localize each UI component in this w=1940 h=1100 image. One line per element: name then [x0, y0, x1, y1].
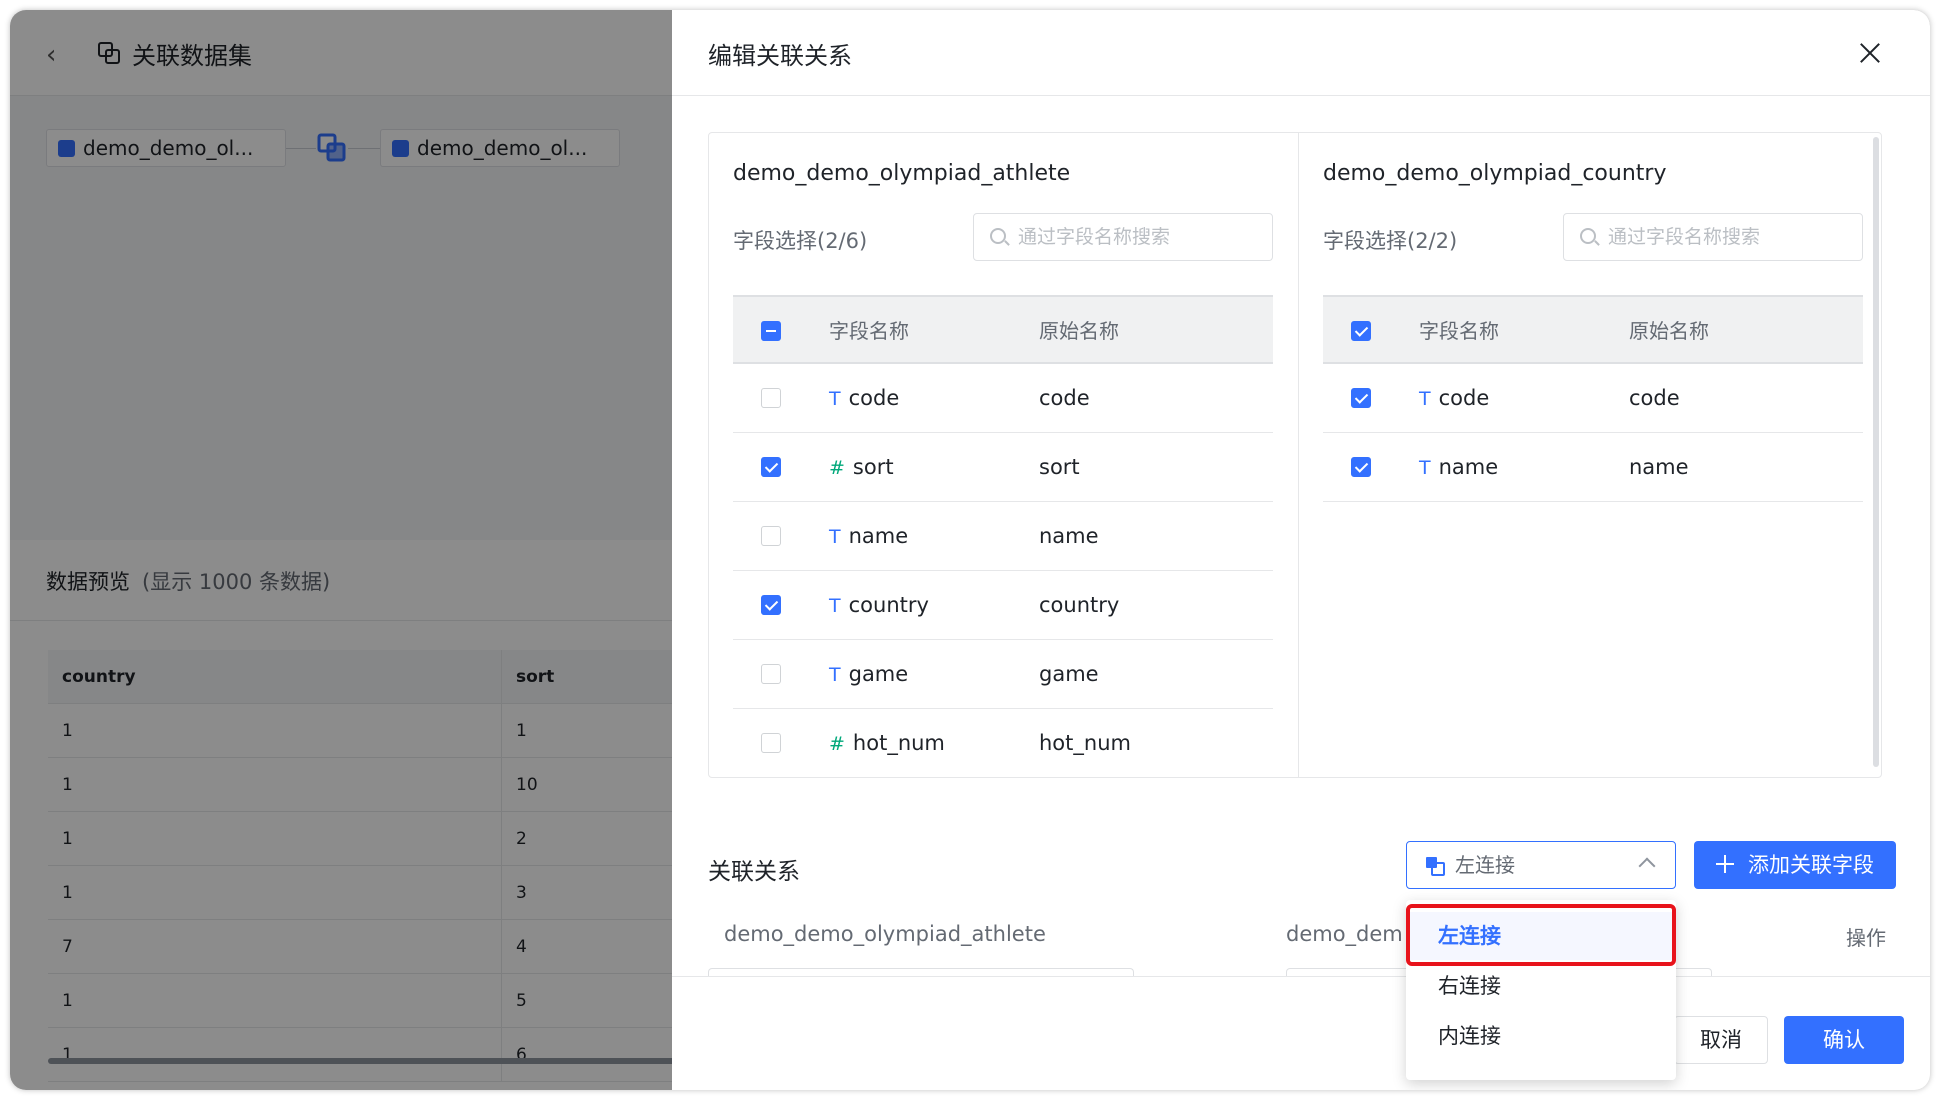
right-field-selection-count: 字段选择(2/2): [1323, 229, 1458, 253]
select-all-checkbox[interactable]: [761, 321, 781, 341]
join-type-select[interactable]: 左连接: [1406, 841, 1676, 889]
field-name-cell: # sort: [829, 433, 894, 503]
relation-left-column-header: demo_demo_olympiad_athlete: [724, 922, 1046, 946]
text-type-icon: T: [829, 595, 841, 617]
right-dataset-pane: demo_demo_olympiad_country 字段选择(2/2) 通过字…: [1323, 133, 1863, 777]
field-row[interactable]: # sort sort: [733, 433, 1273, 502]
dropdown-option-inner-join[interactable]: 内连接: [1406, 1012, 1676, 1060]
left-join-icon: [1426, 857, 1445, 876]
drawer-title: 编辑关联关系: [708, 42, 852, 70]
field-checkbox[interactable]: [761, 595, 781, 615]
field-row[interactable]: Tgame game: [733, 640, 1273, 709]
original-name: game: [1039, 662, 1099, 686]
left-table-header: 字段名称 原始名称: [733, 295, 1273, 364]
right-table-header: 字段名称 原始名称: [1323, 295, 1863, 364]
field-row[interactable]: Tcountry country: [733, 571, 1273, 640]
app-window: ‹ 关联数据集 demo_demo_ol... demo_demo_ol... …: [10, 10, 1930, 1090]
field-row[interactable]: Tname name: [1323, 433, 1863, 502]
original-name: name: [1039, 524, 1099, 548]
left-search-input[interactable]: 通过字段名称搜索: [973, 213, 1273, 261]
field-name-cell: Tgame: [829, 640, 908, 710]
field-row[interactable]: Tname name: [733, 502, 1273, 571]
field-name: game: [848, 662, 909, 686]
relation-title: 关联关系: [708, 859, 800, 885]
relation-operation-header: 操作: [1846, 926, 1886, 950]
text-type-icon: T: [1419, 457, 1431, 479]
number-type-icon: #: [829, 457, 845, 479]
add-button-label: 添加关联字段: [1748, 853, 1874, 877]
field-checkbox[interactable]: [1351, 388, 1371, 408]
left-dataset-title: demo_demo_olympiad_athlete: [733, 161, 1071, 186]
right-search-input[interactable]: 通过字段名称搜索: [1563, 213, 1863, 261]
chevron-up-icon: [1638, 857, 1656, 875]
search-placeholder: 通过字段名称搜索: [1608, 226, 1761, 248]
field-name-cell: Tname: [1419, 433, 1498, 503]
field-name-header: 字段名称: [1419, 319, 1499, 343]
field-name: sort: [852, 455, 894, 479]
text-type-icon: T: [1419, 388, 1431, 410]
relation-right-column-header: demo_dem: [1286, 922, 1403, 946]
field-name-header: 字段名称: [829, 319, 909, 343]
left-field-table: 字段名称 原始名称 Tcode code # sort sort Tname name Tcoun…: [733, 295, 1273, 778]
original-name: code: [1629, 386, 1680, 410]
original-name-header: 原始名称: [1629, 319, 1709, 343]
field-checkbox[interactable]: [761, 733, 781, 753]
text-type-icon: T: [829, 526, 841, 548]
text-type-icon: T: [829, 388, 841, 410]
field-name-cell: # hot_num: [829, 709, 945, 779]
original-name: sort: [1039, 455, 1080, 479]
field-checkbox[interactable]: [761, 664, 781, 684]
vertical-scrollbar[interactable]: [1873, 137, 1879, 767]
field-name: country: [848, 593, 929, 617]
field-checkbox[interactable]: [761, 457, 781, 477]
text-type-icon: T: [829, 664, 841, 686]
field-row[interactable]: Tcode code: [733, 364, 1273, 433]
search-icon: [1580, 228, 1596, 244]
field-name-cell: Tcode: [1419, 364, 1489, 434]
join-type-value: 左连接: [1455, 853, 1515, 877]
edit-relation-drawer: 编辑关联关系 demo_demo_olympiad_athlete 字段选择(2…: [672, 10, 1930, 1090]
original-name: code: [1039, 386, 1090, 410]
field-name: name: [848, 524, 909, 548]
field-row[interactable]: # hot_num hot_num: [733, 709, 1273, 778]
dropdown-option-right-join[interactable]: 右连接: [1406, 962, 1676, 1010]
original-name: name: [1629, 455, 1689, 479]
cancel-button[interactable]: 取消: [1674, 1016, 1768, 1064]
original-name: hot_num: [1039, 731, 1131, 755]
search-icon: [990, 228, 1006, 244]
highlight-box: [1406, 904, 1676, 966]
close-icon[interactable]: [1856, 40, 1884, 68]
confirm-button[interactable]: 确认: [1784, 1016, 1904, 1064]
drawer-header: 编辑关联关系: [672, 10, 1930, 96]
right-dataset-title: demo_demo_olympiad_country: [1323, 161, 1667, 186]
search-placeholder: 通过字段名称搜索: [1018, 226, 1171, 248]
left-dataset-pane: demo_demo_olympiad_athlete 字段选择(2/6) 通过字…: [733, 133, 1273, 778]
select-all-checkbox[interactable]: [1351, 321, 1371, 341]
left-field-selection-count: 字段选择(2/6): [733, 229, 868, 253]
divider: [1298, 133, 1299, 777]
field-name-cell: Tcode: [829, 364, 899, 434]
plus-icon: [1716, 855, 1734, 873]
original-name-header: 原始名称: [1039, 319, 1119, 343]
original-name: country: [1039, 593, 1120, 617]
field-name: code: [1438, 386, 1490, 410]
add-relation-field-button[interactable]: 添加关联字段: [1694, 841, 1896, 889]
field-row[interactable]: Tcode code: [1323, 364, 1863, 433]
right-field-table: 字段名称 原始名称 Tcode code Tname name: [1323, 295, 1863, 502]
field-selection-box: demo_demo_olympiad_athlete 字段选择(2/6) 通过字…: [708, 132, 1882, 778]
field-checkbox[interactable]: [761, 388, 781, 408]
field-name: hot_num: [852, 731, 945, 755]
field-name-cell: Tcountry: [829, 571, 929, 641]
field-name: name: [1438, 455, 1499, 479]
field-name: code: [848, 386, 900, 410]
field-checkbox[interactable]: [761, 526, 781, 546]
field-checkbox[interactable]: [1351, 457, 1371, 477]
field-name-cell: Tname: [829, 502, 908, 572]
number-type-icon: #: [829, 733, 845, 755]
